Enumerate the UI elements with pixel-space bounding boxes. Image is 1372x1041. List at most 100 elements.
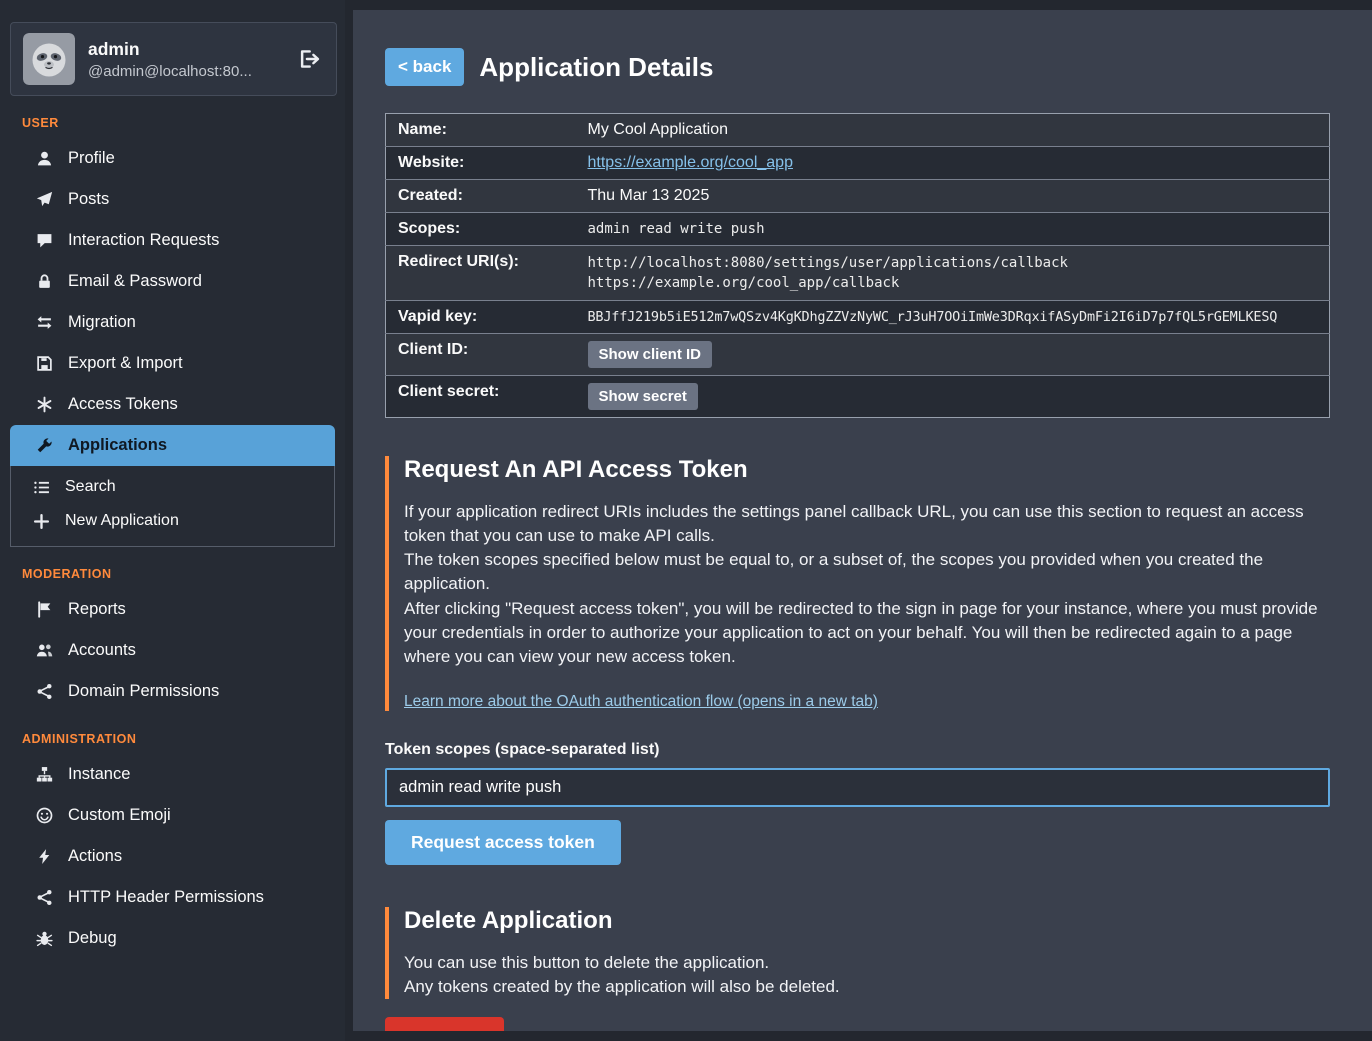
request-token-description: If your application redirect URIs includ…: [404, 500, 1330, 669]
request-token-title: Request An API Access Token: [404, 456, 1330, 484]
sitemap-icon: [34, 766, 54, 783]
token-scopes-input[interactable]: [385, 768, 1330, 807]
sidebar-item-http-header-permissions[interactable]: HTTP Header Permissions: [10, 877, 335, 918]
delete-button[interactable]: Delete: [385, 1017, 504, 1031]
table-row: Redirect URI(s): http://localhost:8080/se…: [386, 246, 1330, 301]
sidebar-item-label: New Application: [65, 512, 179, 530]
sidebar-item-migration[interactable]: Migration: [10, 302, 335, 343]
table-row: Website: https://example.org/cool_app: [386, 147, 1330, 180]
sidebar-item-label: Interaction Requests: [68, 231, 219, 250]
sidebar-submenu: Search New Application: [10, 466, 335, 547]
sidebar: admin @admin@localhost:80... USERProfile…: [0, 0, 345, 1041]
row-value: My Cool Application: [576, 114, 1330, 147]
row-label: Redirect URI(s):: [386, 246, 576, 301]
sidebar-section-label: ADMINISTRATION: [22, 732, 345, 746]
sidebar-item-accounts[interactable]: Accounts: [10, 630, 335, 671]
comment-icon: [34, 232, 54, 249]
row-value: Thu Mar 13 2025: [576, 180, 1330, 213]
user-name: admin: [88, 39, 252, 60]
sidebar-item-label: Profile: [68, 149, 115, 168]
show-secret-button[interactable]: Show secret: [588, 383, 698, 410]
sidebar-item-label: Instance: [68, 765, 130, 784]
website-link[interactable]: https://example.org/cool_app: [588, 154, 793, 171]
row-label: Scopes:: [386, 213, 576, 246]
sidebar-item-label: Debug: [68, 929, 117, 948]
row-label: Name:: [386, 114, 576, 147]
sidebar-item-label: Migration: [68, 313, 136, 332]
paper-plane-icon: [34, 191, 54, 208]
share-nodes-icon: [34, 889, 54, 906]
row-label: Client secret:: [386, 376, 576, 418]
user-icon: [34, 150, 54, 167]
main-column: < back Application Details Name:My Cool …: [345, 0, 1372, 1041]
sidebar-nav: USERProfilePostsInteraction RequestsEmai…: [0, 116, 345, 959]
application-details-table: Name:My Cool ApplicationWebsite: https://…: [385, 113, 1330, 418]
request-access-token-button[interactable]: Request access token: [385, 820, 621, 865]
sidebar-item-applications[interactable]: Applications: [10, 425, 335, 466]
sidebar-item-label: Custom Emoji: [68, 806, 171, 825]
user-card[interactable]: admin @admin@localhost:80...: [10, 22, 337, 96]
bolt-icon: [34, 848, 54, 865]
sidebar-item-reports[interactable]: Reports: [10, 589, 335, 630]
delete-description-line: Any tokens created by the application wi…: [404, 975, 1330, 999]
page-title: Application Details: [479, 52, 713, 83]
sidebar-item-interaction-requests[interactable]: Interaction Requests: [10, 220, 335, 261]
application-details-panel: < back Application Details Name:My Cool …: [353, 10, 1372, 1031]
flag-icon: [34, 601, 54, 618]
row-value: BBJffJ219b5iE512m7wQSzv4KgKDhgZZVzNyWC_r…: [576, 301, 1330, 334]
sidebar-item-posts[interactable]: Posts: [10, 179, 335, 220]
mono-value: admin read write push: [588, 221, 765, 237]
table-row: Scopes: admin read write push: [386, 213, 1330, 246]
wrench-icon: [34, 437, 54, 454]
sidebar-item-new-application[interactable]: New Application: [11, 504, 334, 538]
row-value: http://localhost:8080/settings/user/appl…: [576, 246, 1330, 301]
table-row: Vapid key:BBJffJ219b5iE512m7wQSzv4KgKDhg…: [386, 301, 1330, 334]
table-row: Client ID:Show client ID: [386, 334, 1330, 376]
sidebar-item-label: Access Tokens: [68, 395, 178, 414]
sidebar-item-actions[interactable]: Actions: [10, 836, 335, 877]
user-handle: @admin@localhost:80...: [88, 63, 252, 80]
logout-icon[interactable]: [294, 44, 324, 74]
token-scopes-label: Token scopes (space-separated list): [385, 741, 1330, 759]
sidebar-item-debug[interactable]: Debug: [10, 918, 335, 959]
sidebar-item-access-tokens[interactable]: Access Tokens: [10, 384, 335, 425]
delete-application-description: You can use this button to delete the ap…: [404, 951, 1330, 999]
sidebar-item-label: Domain Permissions: [68, 682, 219, 701]
delete-application-section: Delete Application You can use this butt…: [385, 907, 1330, 999]
plus-icon: [31, 513, 51, 530]
redirect-uri-value: http://localhost:8080/settings/user/appl…: [588, 253, 1318, 273]
sidebar-item-search[interactable]: Search: [11, 470, 334, 504]
show-client-id-button[interactable]: Show client ID: [588, 341, 713, 368]
sidebar-item-label: Search: [65, 478, 116, 496]
oauth-docs-link[interactable]: Learn more about the OAuth authenticatio…: [404, 693, 878, 711]
sidebar-item-profile[interactable]: Profile: [10, 138, 335, 179]
description-paragraph: If your application redirect URIs includ…: [404, 500, 1330, 548]
back-button[interactable]: < back: [385, 48, 464, 86]
sidebar-item-label: Posts: [68, 190, 109, 209]
sidebar-item-label: Accounts: [68, 641, 136, 660]
description-paragraph: The token scopes specified below must be…: [404, 548, 1330, 596]
sidebar-item-label: Actions: [68, 847, 122, 866]
sidebar-item-domain-permissions[interactable]: Domain Permissions: [10, 671, 335, 712]
row-label: Website:: [386, 147, 576, 180]
row-value: Show client ID: [576, 334, 1330, 376]
row-label: Created:: [386, 180, 576, 213]
redirect-uri-value: https://example.org/cool_app/callback: [588, 273, 1318, 293]
avatar: [23, 33, 75, 85]
request-token-section: Request An API Access Token If your appl…: [385, 456, 1330, 711]
lock-icon: [34, 273, 54, 290]
bug-icon: [34, 930, 54, 947]
table-row: Created:Thu Mar 13 2025: [386, 180, 1330, 213]
delete-application-title: Delete Application: [404, 907, 1330, 935]
sidebar-section-label: MODERATION: [22, 567, 345, 581]
sidebar-item-export-import[interactable]: Export & Import: [10, 343, 335, 384]
sidebar-item-label: Reports: [68, 600, 126, 619]
table-row: Client secret: Show secret: [386, 376, 1330, 418]
user-meta: admin @admin@localhost:80...: [88, 39, 252, 80]
sidebar-item-custom-emoji[interactable]: Custom Emoji: [10, 795, 335, 836]
share-nodes-icon: [34, 683, 54, 700]
sidebar-item-instance[interactable]: Instance: [10, 754, 335, 795]
sidebar-item-label: Email & Password: [68, 272, 202, 291]
sidebar-item-email-password[interactable]: Email & Password: [10, 261, 335, 302]
table-row: Name:My Cool Application: [386, 114, 1330, 147]
